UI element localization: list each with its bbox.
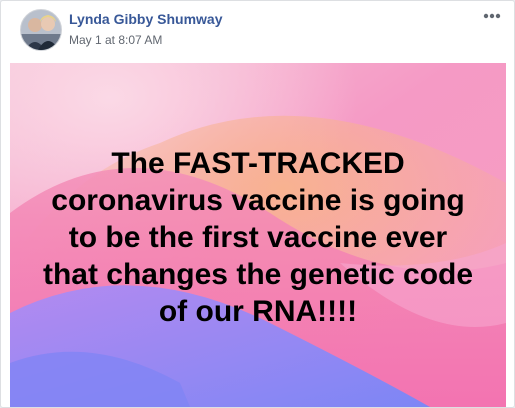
post-header: Lynda Gibby Shumway May 1 at 8:07 AM (1, 1, 514, 63)
avatar[interactable] (20, 9, 62, 51)
facebook-post: Lynda Gibby Shumway May 1 at 8:07 AM The… (0, 0, 515, 408)
post-author-name[interactable]: Lynda Gibby Shumway (69, 11, 223, 27)
profile-photo-icon (21, 10, 61, 50)
ellipsis-horizontal-icon (483, 13, 501, 19)
post-timestamp[interactable]: May 1 at 8:07 AM (69, 33, 162, 47)
more-options-button[interactable] (479, 9, 505, 23)
post-text: The FAST-TRACKED coronavirus vaccine is … (42, 147, 474, 328)
post-background-text-card[interactable]: The FAST-TRACKED coronavirus vaccine is … (10, 63, 506, 407)
